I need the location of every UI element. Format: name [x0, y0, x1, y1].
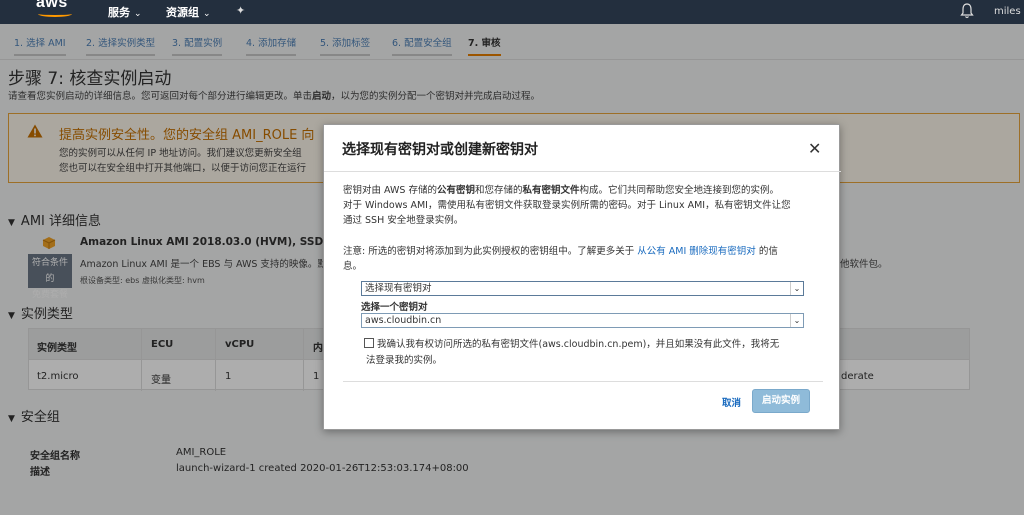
launch-instance-button[interactable]: 启动实例	[752, 389, 810, 413]
services-label: 服务	[108, 6, 130, 19]
text: 密钥对由 AWS 存储的	[343, 185, 437, 196]
text: 和您存储的	[474, 185, 523, 196]
dialog-title: 选择现有密钥对或创建新密钥对	[342, 142, 538, 158]
aws-logo[interactable]: aws	[36, 0, 76, 20]
top-nav: aws 服务 ⌄ 资源组 ⌄ ✦ miles	[0, 0, 1024, 24]
key-pair-dialog: 选择现有密钥对或创建新密钥对 ✕ 密钥对由 AWS 存储的公有密钥和您存储的私有…	[323, 124, 841, 430]
user-menu[interactable]: miles	[994, 6, 1021, 17]
logo-smile	[38, 11, 72, 17]
cancel-button[interactable]: 取消	[722, 395, 741, 409]
chevron-down-icon: ⌄	[203, 9, 211, 19]
select-value: 选择现有密钥对	[365, 283, 432, 294]
services-menu[interactable]: 服务 ⌄	[108, 4, 142, 20]
text: 的信	[758, 246, 778, 257]
chevron-down-icon: ⌄	[790, 314, 803, 327]
acknowledge-text-2: 法登录我的实例。	[366, 355, 443, 366]
dialog-paragraph-2: 对于 Windows AMI，需使用私有密钥文件获取登录实例所需的密码。对于 L…	[343, 200, 791, 211]
dialog-paragraph-3: 通过 SSH 安全地登录实例。	[343, 215, 464, 226]
bold-text: 私有密钥文件	[522, 185, 580, 196]
chevron-down-icon: ⌄	[134, 9, 142, 19]
remove-key-pair-link[interactable]: 从公有 AMI 删除现有密钥对	[637, 246, 756, 257]
logo-text: aws	[36, 0, 68, 11]
acknowledge-text-1: 我确认我有权访问所选的私有密钥文件(aws.cloudbin.cn.pem)，并…	[377, 339, 780, 350]
footer-divider	[343, 381, 823, 382]
dialog-divider	[324, 171, 841, 172]
dialog-paragraph-1: 密钥对由 AWS 存储的公有密钥和您存储的私有密钥文件构成。它们共同帮助您安全地…	[343, 182, 779, 196]
key-pair-action-select[interactable]: 选择现有密钥对 ⌄	[361, 281, 804, 296]
text: 构成。它们共同帮助您安全地连接到您的实例。	[579, 185, 780, 196]
resource-groups-label: 资源组	[166, 6, 199, 19]
bell-icon[interactable]	[960, 3, 974, 19]
select-value: aws.cloudbin.cn	[365, 315, 442, 326]
bold-text: 公有密钥	[436, 185, 475, 196]
close-icon[interactable]: ✕	[808, 139, 821, 158]
chevron-down-icon: ⌄	[790, 282, 803, 295]
text: 注意: 所选的密钥对将添加到为此实例授权的密钥组中。了解更多关于	[343, 246, 635, 257]
resource-groups-menu[interactable]: 资源组 ⌄	[166, 4, 211, 20]
dialog-note-end: 息。	[343, 261, 363, 272]
dialog-note: 注意: 所选的密钥对将添加到为此实例授权的密钥组中。了解更多关于 从公有 AMI…	[343, 243, 778, 257]
acknowledge-checkbox[interactable]	[364, 338, 374, 348]
key-pair-select-label: 选择一个密钥对	[361, 302, 428, 313]
pin-icon[interactable]: ✦	[236, 4, 245, 17]
key-pair-select[interactable]: aws.cloudbin.cn ⌄	[361, 313, 804, 328]
